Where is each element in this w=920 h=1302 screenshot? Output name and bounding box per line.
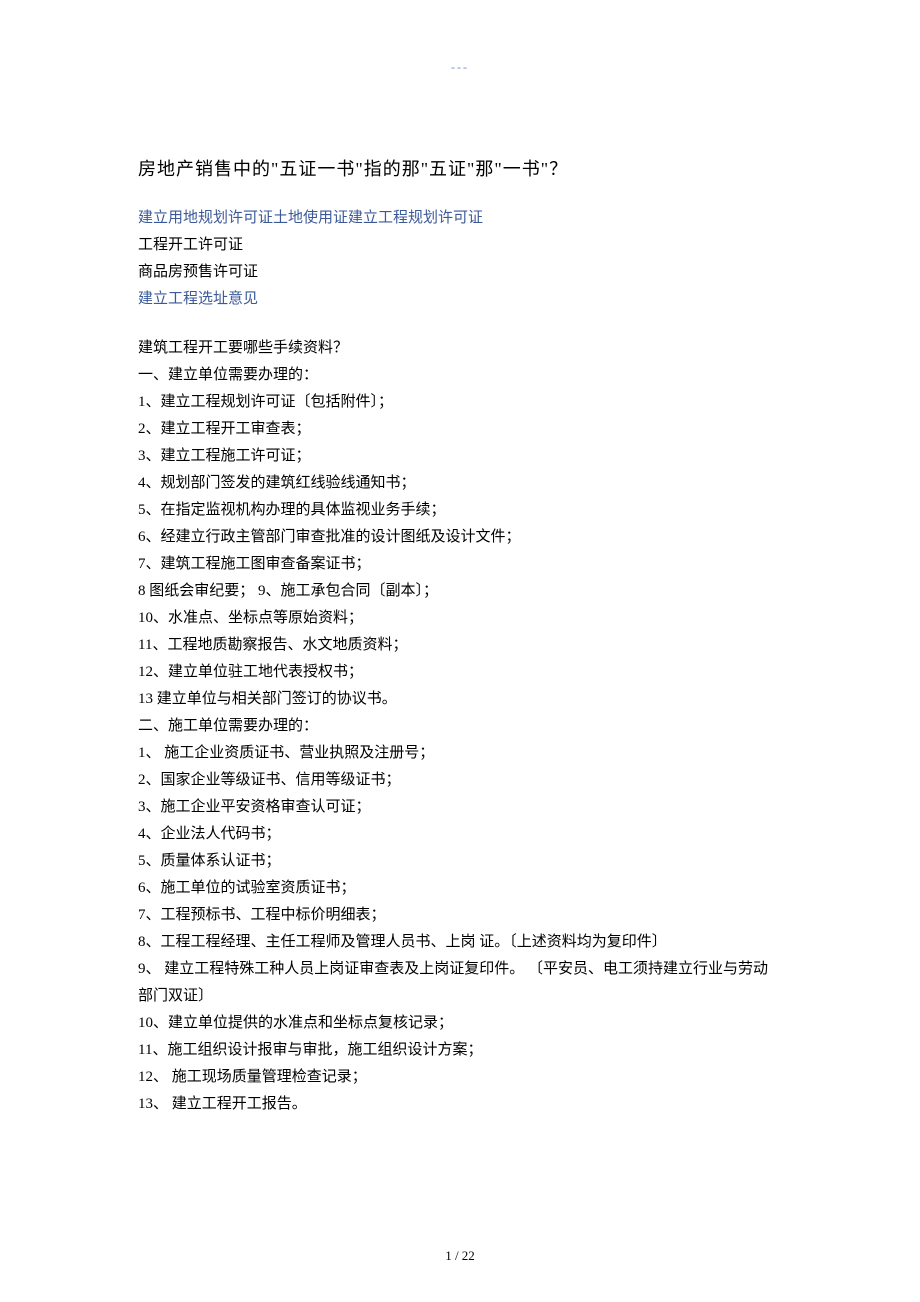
list-item: 1、 施工企业资质证书、营业执照及注册号； xyxy=(138,740,782,767)
list-item: 8 图纸会审纪要； 9、施工承包合同〔副本〕； xyxy=(138,578,782,605)
intro-text-3: 商品房预售许可证 xyxy=(138,259,782,286)
intro-link-4[interactable]: 建立工程选址意见 xyxy=(138,286,782,313)
list-item: 4、企业法人代码书； xyxy=(138,821,782,848)
list-item: 11、工程地质勘察报告、水文地质资料； xyxy=(138,632,782,659)
list-item: 5、质量体系认证书； xyxy=(138,848,782,875)
list-item: 10、水准点、坐标点等原始资料； xyxy=(138,605,782,632)
list-item: 6、经建立行政主管部门审查批准的设计图纸及设计文件； xyxy=(138,524,782,551)
list-item: 1、建立工程规划许可证〔包括附件〕； xyxy=(138,389,782,416)
page-number: 1 / 22 xyxy=(0,1248,920,1264)
top-mark: --- xyxy=(138,60,782,75)
list-item: 13、 建立工程开工报告。 xyxy=(138,1091,782,1118)
list-item: 4、规划部门签发的建筑红线验线通知书； xyxy=(138,470,782,497)
list-item: 9、 建立工程特殊工种人员上岗证审查表及上岗证复印件。 〔平安员、电工须持建立行… xyxy=(138,956,782,1010)
list-item: 12、 施工现场质量管理检查记录； xyxy=(138,1064,782,1091)
list-item: 2、国家企业等级证书、信用等级证书； xyxy=(138,767,782,794)
list-item: 8、工程工程经理、主任工程师及管理人员书、上岗 证。〔上述资料均为复印件〕 xyxy=(138,929,782,956)
list-item: 2、建立工程开工审查表； xyxy=(138,416,782,443)
section-b-subtitle: 二、施工单位需要办理的： xyxy=(138,713,782,740)
section-a-subtitle: 一、建立单位需要办理的： xyxy=(138,362,782,389)
section-a-title: 建筑工程开工要哪些手续资料？ xyxy=(138,335,782,362)
list-item: 12、建立单位驻工地代表授权书； xyxy=(138,659,782,686)
list-item: 7、工程预标书、工程中标价明细表； xyxy=(138,902,782,929)
list-item: 11、施工组织设计报审与审批，施工组织设计方案； xyxy=(138,1037,782,1064)
list-item: 10、建立单位提供的水准点和坐标点复核记录； xyxy=(138,1010,782,1037)
list-item: 3、施工企业平安资格审查认可证； xyxy=(138,794,782,821)
list-item: 13 建立单位与相关部门签订的协议书。 xyxy=(138,686,782,713)
list-item: 6、施工单位的试验室资质证书； xyxy=(138,875,782,902)
list-item: 3、建立工程施工许可证； xyxy=(138,443,782,470)
intro-text-2: 工程开工许可证 xyxy=(138,232,782,259)
intro-link-1[interactable]: 建立用地规划许可证土地使用证建立工程规划许可证 xyxy=(138,205,782,232)
list-item: 7、建筑工程施工图审查备案证书； xyxy=(138,551,782,578)
list-item: 5、在指定监视机构办理的具体监视业务手续； xyxy=(138,497,782,524)
document-title: 房地产销售中的"五证一书"指的那"五证"那"一书"？ xyxy=(138,155,782,181)
